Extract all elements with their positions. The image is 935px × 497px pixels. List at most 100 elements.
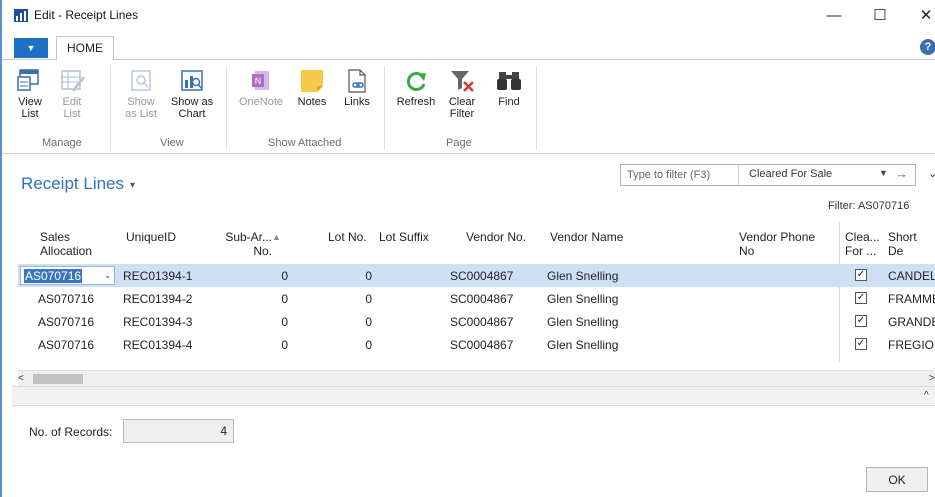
column-header-unique-id[interactable]: UniqueID xyxy=(126,230,176,244)
find-button[interactable]: Find xyxy=(492,68,526,108)
scroll-left-icon[interactable]: < xyxy=(18,373,24,384)
filter-input[interactable] xyxy=(621,165,739,185)
column-header-short-description[interactable]: Short De xyxy=(888,230,935,258)
table-row[interactable]: AS070716 REC01394-3 0 0 SC0004867 Glen S… xyxy=(18,310,935,333)
records-count-value: 4 xyxy=(123,419,234,443)
show-as-list-button[interactable]: Show as List xyxy=(120,68,162,120)
table-row[interactable]: AS070716 REC01394-4 0 0 SC0004867 Glen S… xyxy=(18,333,935,356)
group-separator xyxy=(110,66,111,150)
help-icon[interactable]: ? xyxy=(920,39,935,55)
application-menu-button[interactable]: ▼ xyxy=(14,38,48,58)
header-label: Sub-Ar... xyxy=(225,230,272,244)
short-description-cell: CANDELI xyxy=(888,269,935,283)
refresh-button[interactable]: Refresh xyxy=(394,68,438,108)
minimize-button[interactable]: — xyxy=(814,4,854,28)
cleared-for-sale-checkbox[interactable]: ✓ xyxy=(855,315,867,327)
vendor-no-cell: SC0004867 xyxy=(450,338,514,352)
grid-header: Sales Allocation UniqueID Sub-Ar... No. … xyxy=(18,222,935,264)
sub-area-cell: 0 xyxy=(281,338,288,352)
cleared-for-sale-checkbox[interactable]: ✓ xyxy=(855,292,867,304)
header-label: Sales xyxy=(40,230,71,244)
ribbon: View List Edit List Manage Show as List … xyxy=(2,60,935,154)
column-header-vendor-name[interactable]: Vendor Name xyxy=(550,230,623,244)
group-label-view: View xyxy=(160,137,184,149)
header-label: No. xyxy=(253,244,272,258)
edit-list-label-2: List xyxy=(63,108,81,120)
sub-area-cell: 0 xyxy=(281,315,288,329)
clear-filter-label-2: Filter xyxy=(449,108,475,120)
edit-list-icon xyxy=(61,70,85,92)
filter-field-select[interactable]: Cleared For Sale xyxy=(749,168,832,180)
column-header-cleared-for-sale[interactable]: Clea... For ... xyxy=(845,230,880,258)
ok-button[interactable]: OK xyxy=(866,467,928,492)
sub-area-cell: 0 xyxy=(281,292,288,306)
header-label: No xyxy=(739,244,755,258)
notes-icon xyxy=(301,70,323,92)
column-header-vendor-phone-no[interactable]: Vendor Phone No xyxy=(739,230,815,258)
onenote-button[interactable]: N OneNote xyxy=(236,68,286,108)
maximize-button[interactable]: ☐ xyxy=(860,4,900,28)
view-list-icon xyxy=(17,69,39,91)
column-header-lot-no[interactable]: Lot No. xyxy=(328,230,367,244)
short-description-cell: FRAMME xyxy=(888,292,935,306)
cleared-for-sale-checkbox[interactable]: ✓ xyxy=(855,338,867,350)
show-as-chart-button[interactable]: Show as Chart xyxy=(166,68,218,120)
find-label: Find xyxy=(498,96,520,108)
view-list-button[interactable]: View List xyxy=(12,68,48,120)
show-as-list-label-1: Show xyxy=(127,96,155,108)
column-header-sales-allocation[interactable]: Sales Allocation xyxy=(40,230,92,258)
edit-list-button[interactable]: Edit List xyxy=(54,68,90,120)
sales-allocation-cell: AS070716 xyxy=(38,338,95,352)
unique-id-cell: REC01394-3 xyxy=(123,315,193,329)
group-label-show-attached: Show Attached xyxy=(268,137,342,149)
details-pane-strip: ^ xyxy=(12,386,935,406)
column-header-sub-area-no[interactable]: Sub-Ar... No. xyxy=(212,230,272,258)
vendor-name-cell: Glen Snelling xyxy=(547,315,619,329)
title-bar: Edit - Receipt Lines — ☐ ✕ xyxy=(2,0,935,30)
onenote-icon: N xyxy=(252,71,269,90)
show-as-list-label-2: as List xyxy=(125,108,157,120)
group-label-page: Page xyxy=(446,137,472,149)
vendor-no-cell: SC0004867 xyxy=(450,269,514,283)
clear-filter-icon xyxy=(451,71,474,92)
cleared-for-sale-checkbox[interactable]: ✓ xyxy=(855,269,867,281)
apply-filter-arrow-icon[interactable]: → xyxy=(895,166,908,181)
table-row[interactable]: AS070716 ⌄ REC01394-1 0 0 SC0004867 Glen… xyxy=(18,264,935,287)
show-as-chart-icon xyxy=(181,70,203,91)
column-header-lot-suffix[interactable]: Lot Suffix xyxy=(379,230,429,244)
sales-allocation-edit-field[interactable]: AS070716 ⌄ xyxy=(20,266,115,285)
tab-home[interactable]: HOME xyxy=(56,36,114,61)
sales-allocation-cell: AS070716 xyxy=(38,292,95,306)
group-separator xyxy=(226,66,227,150)
page-title[interactable]: Receipt Lines xyxy=(21,174,124,194)
notes-button[interactable]: Notes xyxy=(294,68,330,108)
scrollbar-thumb[interactable] xyxy=(33,374,83,384)
sales-allocation-dropdown-icon[interactable]: ⌄ xyxy=(104,270,112,281)
sales-allocation-cell: AS070716 xyxy=(38,315,95,329)
collapse-chevron-icon[interactable]: ⌄ xyxy=(928,167,935,180)
horizontal-scrollbar[interactable]: < > xyxy=(18,370,935,386)
lot-no-cell: 0 xyxy=(365,338,372,352)
table-row[interactable]: AS070716 REC01394-2 0 0 SC0004867 Glen S… xyxy=(18,287,935,310)
refresh-icon xyxy=(406,72,426,91)
vendor-no-cell: SC0004867 xyxy=(450,315,514,329)
sort-ascending-icon: ▲ xyxy=(272,232,281,242)
sub-area-cell: 0 xyxy=(281,269,288,283)
vendor-name-cell: Glen Snelling xyxy=(547,338,619,352)
expand-up-icon[interactable]: ^ xyxy=(924,390,929,401)
clear-filter-button[interactable]: Clear Filter xyxy=(442,68,482,120)
filter-field-dropdown-icon[interactable]: ▼ xyxy=(879,168,888,178)
vendor-name-cell: Glen Snelling xyxy=(547,269,619,283)
edit-receipt-lines-window: Edit - Receipt Lines — ☐ ✕ ▼ HOME ? View… xyxy=(0,0,935,497)
show-as-chart-label-1: Show as xyxy=(170,96,214,108)
column-header-vendor-no[interactable]: Vendor No. xyxy=(466,230,526,244)
group-separator xyxy=(384,66,385,150)
receipt-lines-grid: Sales Allocation UniqueID Sub-Ar... No. … xyxy=(18,222,935,372)
close-button[interactable]: ✕ xyxy=(906,4,935,28)
scroll-right-icon[interactable]: > xyxy=(929,373,935,384)
header-label: Clea... xyxy=(845,230,880,244)
svg-text:N: N xyxy=(255,76,262,86)
title-menu-caret-icon[interactable]: ▾ xyxy=(130,180,135,191)
links-icon xyxy=(348,69,366,93)
links-button[interactable]: Links xyxy=(340,68,374,108)
